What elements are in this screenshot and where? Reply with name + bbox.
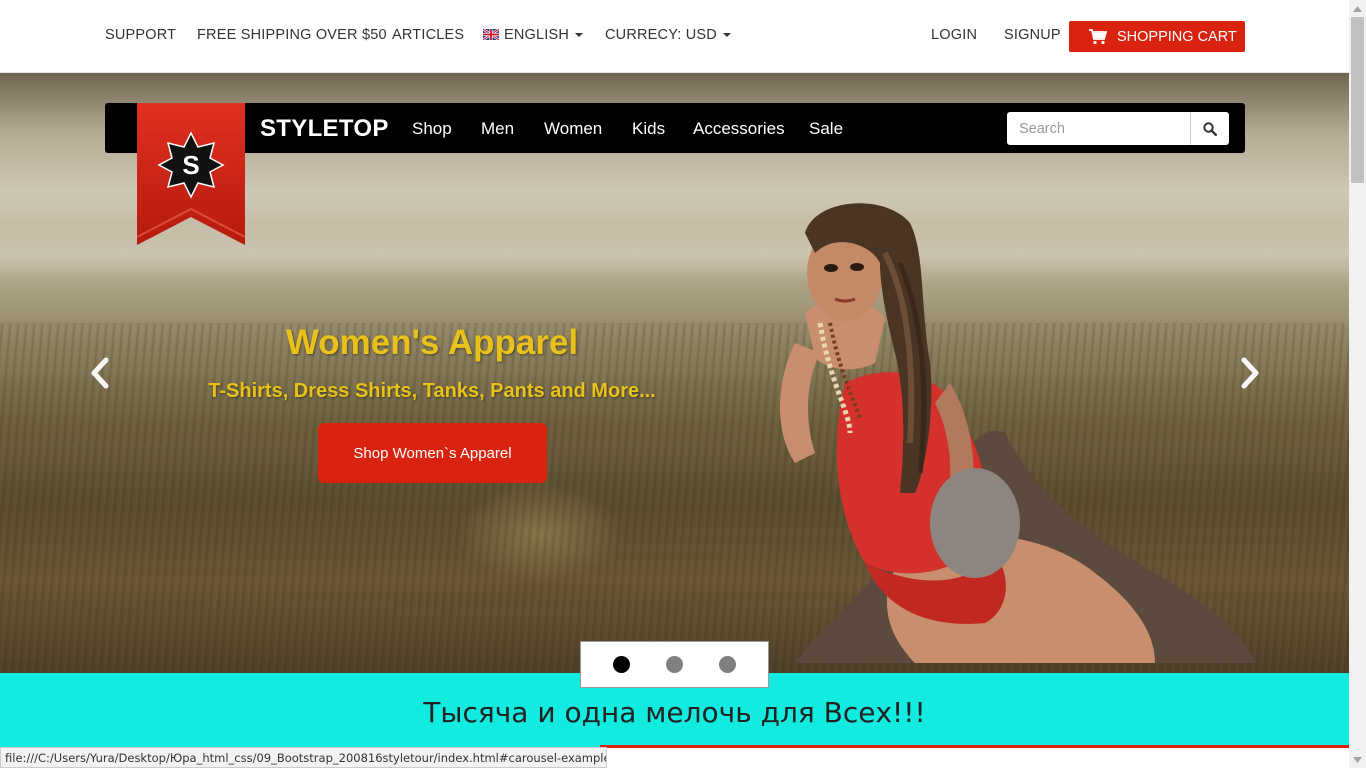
scroll-up-icon[interactable] (1349, 0, 1366, 17)
nav-item-kids[interactable]: Kids (632, 119, 665, 139)
caret-down-icon (722, 33, 731, 38)
nav-item-accessories[interactable]: Accessories (693, 119, 785, 139)
free-shipping-link[interactable]: FREE SHIPPING OVER $50 (197, 27, 387, 43)
scrollbar-thumb[interactable] (1351, 17, 1364, 183)
login-link[interactable]: LOGIN (931, 27, 977, 43)
language-dropdown[interactable]: ENGLISH (483, 27, 584, 43)
logo-letter: S (182, 150, 199, 180)
nav-item-shop[interactable]: Shop (412, 119, 452, 139)
main-navbar: STYLETOP Shop Men Women Kids Accessories… (105, 103, 1245, 153)
tagline-text: Тысяча и одна мелочь для Всех!!! (423, 695, 926, 729)
signup-link[interactable]: SIGNUP (1004, 27, 1061, 43)
brand-name[interactable]: STYLETOP (260, 115, 389, 143)
support-link[interactable]: SUPPORT (105, 27, 176, 43)
carousel-indicator-1[interactable] (613, 656, 630, 673)
carousel-indicator-3[interactable] (719, 656, 736, 673)
brand-logo-ribbon[interactable]: S (137, 103, 245, 248)
model-photo (780, 203, 1255, 663)
currency-dropdown[interactable]: CURRECY: USD (605, 27, 731, 43)
hero-carousel: STYLETOP Shop Men Women Kids Accessories… (0, 73, 1349, 673)
browser-status-bar: file:///C:/Users/Yura/Desktop/Юра_html_c… (0, 747, 607, 768)
articles-link[interactable]: ARTICLES (392, 27, 464, 43)
vertical-scrollbar[interactable] (1349, 0, 1366, 768)
slide-title: Women's Apparel (285, 323, 579, 362)
top-utility-bar: SUPPORT FREE SHIPPING OVER $50 ARTICLES … (0, 0, 1349, 73)
search-icon (1203, 121, 1217, 136)
slide-subtitle: T-Shirts, Dress Shirts, Tanks, Pants and… (208, 380, 656, 402)
chevron-left-icon[interactable] (88, 356, 112, 390)
page-bottom (607, 748, 1349, 768)
chevron-right-icon[interactable] (1238, 356, 1262, 390)
carousel-indicators (580, 641, 769, 688)
nav-item-sale[interactable]: Sale (809, 119, 843, 139)
search-button[interactable] (1190, 112, 1229, 145)
search-input[interactable] (1007, 112, 1190, 145)
search-form (1007, 112, 1229, 145)
shop-womens-apparel-button[interactable]: Shop Women`s Apparel (318, 423, 547, 483)
shopping-cart-label: SHOPPING CART (1117, 28, 1237, 45)
nav-item-women[interactable]: Women (544, 119, 602, 139)
cart-icon (1089, 28, 1107, 44)
carousel-indicator-2[interactable] (666, 656, 683, 673)
nav-item-men[interactable]: Men (481, 119, 514, 139)
caret-down-icon (575, 33, 584, 38)
uk-flag-icon (483, 29, 499, 40)
shopping-cart-button[interactable]: SHOPPING CART (1069, 21, 1245, 52)
scroll-down-icon[interactable] (1349, 751, 1366, 768)
currency-label: CURRECY: USD (605, 27, 717, 43)
language-label: ENGLISH (504, 27, 570, 43)
